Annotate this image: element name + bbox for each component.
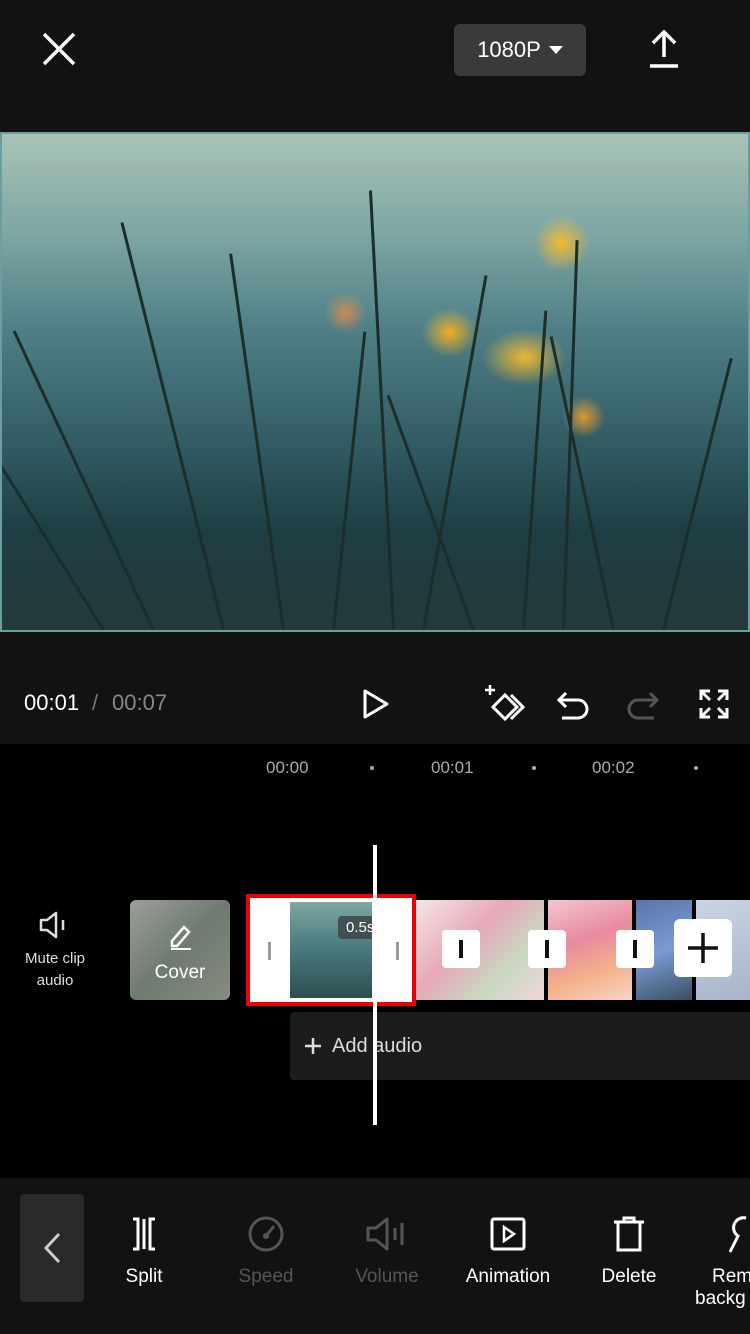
fullscreen-icon[interactable] xyxy=(694,684,734,724)
mute-label-line2: audio xyxy=(36,972,74,989)
clip-thumbnail-flowers[interactable] xyxy=(416,900,544,1000)
add-clip-button[interactable] xyxy=(674,919,732,977)
animation-icon xyxy=(448,1210,568,1258)
transition-button[interactable] xyxy=(616,930,654,968)
ruler-dot xyxy=(694,766,698,770)
trash-icon xyxy=(569,1210,689,1258)
speaker-icon xyxy=(14,910,96,940)
ruler-mark: 00:00 xyxy=(266,758,309,777)
plus-icon xyxy=(688,933,718,963)
total-time: 00:07 xyxy=(112,690,168,715)
play-icon[interactable] xyxy=(356,684,396,724)
back-button[interactable] xyxy=(20,1194,84,1302)
edit-pencil-icon xyxy=(168,922,194,955)
animation-tool[interactable]: Animation xyxy=(448,1210,568,1288)
ruler-dot xyxy=(532,766,536,770)
clip-thumbnail: 0.5s xyxy=(290,902,372,998)
transition-icon xyxy=(633,940,637,958)
transition-button[interactable] xyxy=(528,930,566,968)
delete-label: Delete xyxy=(601,1266,657,1287)
cover-button[interactable]: Cover xyxy=(130,900,230,1000)
transition-button[interactable] xyxy=(442,930,480,968)
playhead[interactable] xyxy=(373,845,377,1125)
ruler-dot xyxy=(370,766,374,770)
current-time: 00:01 xyxy=(24,690,80,715)
delete-tool[interactable]: Delete xyxy=(569,1210,689,1288)
add-audio-label: Add audio xyxy=(332,1034,423,1057)
chevron-down-icon xyxy=(548,46,563,54)
mute-clip-audio-button[interactable]: Mute clip audio xyxy=(14,910,96,992)
speed-icon xyxy=(206,1210,326,1258)
ruler-mark: 00:02 xyxy=(592,758,635,777)
volume-label: Volume xyxy=(355,1266,419,1287)
close-icon[interactable] xyxy=(36,26,82,72)
resolution-label: 1080P xyxy=(477,37,541,62)
transition-icon xyxy=(459,940,463,958)
ruler-mark: 00:01 xyxy=(431,758,474,777)
split-label: Split xyxy=(125,1266,163,1287)
volume-icon xyxy=(327,1210,447,1258)
clip-duration-badge: 0.5s xyxy=(338,916,372,939)
speed-label: Speed xyxy=(238,1266,294,1287)
undo-icon[interactable] xyxy=(554,686,592,724)
split-tool[interactable]: Split xyxy=(84,1210,204,1288)
export-icon[interactable] xyxy=(642,26,686,72)
split-icon xyxy=(84,1210,204,1258)
time-separator: / xyxy=(92,690,99,715)
cover-label: Cover xyxy=(154,962,206,983)
transition-icon xyxy=(545,940,549,958)
animation-label: Animation xyxy=(465,1266,551,1287)
plus-icon xyxy=(305,1038,321,1054)
video-preview[interactable] xyxy=(0,132,750,632)
chevron-left-icon xyxy=(43,1232,61,1264)
resolution-dropdown[interactable]: 1080P xyxy=(454,24,586,76)
selected-video-clip[interactable]: 0.5s xyxy=(246,894,416,1006)
remove-bg-label-line1: Rem xyxy=(712,1266,750,1287)
add-audio-button[interactable]: Add audio xyxy=(290,1012,750,1080)
top-bar xyxy=(0,0,750,132)
trim-handle-right[interactable] xyxy=(396,942,399,960)
remove-bg-label-line2: backg xyxy=(695,1288,746,1309)
person-icon xyxy=(690,1210,750,1258)
keyframe-icon[interactable] xyxy=(480,682,526,726)
remove-background-tool[interactable]: Rem backg xyxy=(690,1210,750,1310)
redo-icon[interactable] xyxy=(624,686,662,724)
mute-label-line1: Mute clip xyxy=(24,950,86,967)
volume-tool[interactable]: Volume xyxy=(327,1210,447,1288)
speed-tool[interactable]: Speed xyxy=(206,1210,326,1288)
trim-handle-left[interactable] xyxy=(268,942,271,960)
